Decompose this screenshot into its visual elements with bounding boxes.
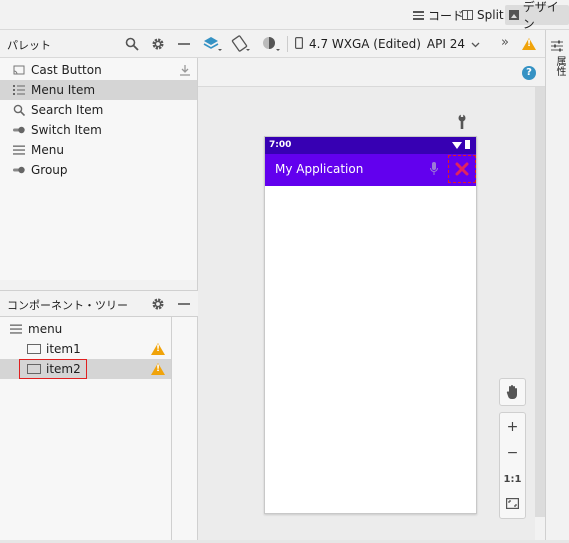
zoom-out-button[interactable]: −: [500, 440, 525, 466]
palette-item-menu[interactable]: Menu: [0, 140, 197, 160]
component-tree-header: コンポーネント・ツリー: [0, 290, 198, 317]
wifi-icon: [452, 141, 462, 153]
zoom-fit-button[interactable]: [500, 492, 525, 518]
warning-icon[interactable]: [151, 343, 165, 355]
palette-item-label: Search Item: [31, 103, 104, 117]
tree-node-item1[interactable]: item1: [0, 339, 171, 359]
toolbar-divider: [287, 36, 288, 52]
tree-node-label: item1: [46, 342, 81, 356]
minimize-icon[interactable]: [176, 296, 192, 312]
palette-item-label: Menu Item: [31, 83, 96, 97]
gear-icon[interactable]: [150, 296, 166, 312]
search-icon: [13, 104, 26, 117]
sliders-icon[interactable]: [551, 40, 563, 55]
design-view-label: デザイン: [522, 0, 559, 31]
zoom-actual-size-button[interactable]: 1:1: [500, 466, 525, 492]
status-time: 7:00: [269, 140, 292, 150]
status-bar: 7:00: [265, 137, 476, 154]
gear-icon[interactable]: [150, 36, 166, 52]
attributes-tab[interactable]: 属性: [551, 56, 565, 76]
component-tree-title: コンポーネント・ツリー: [7, 299, 128, 312]
switch-icon: [13, 124, 25, 136]
palette-item-menu-item[interactable]: Menu Item: [0, 80, 197, 100]
palette-item-search-item[interactable]: Search Item: [0, 100, 197, 120]
tree-node-label: menu: [28, 322, 63, 336]
tree-node-label: item2: [46, 362, 81, 376]
item-rect-icon: [27, 364, 41, 374]
device-preview[interactable]: 7:00 My Application: [264, 136, 477, 514]
vertical-scrollbar[interactable]: [535, 87, 545, 517]
warning-icon[interactable]: [522, 38, 536, 50]
code-lines-icon: [413, 10, 424, 20]
zoom-in-button[interactable]: +: [500, 414, 525, 440]
device-selector[interactable]: 4.7 WXGA (Edited) API 24: [295, 35, 480, 53]
palette-title: パレット: [7, 39, 51, 52]
palette-item-switch-item[interactable]: Switch Item: [0, 120, 197, 140]
app-title: My Application: [275, 162, 364, 176]
zoom-panel: + − 1:1: [499, 412, 526, 519]
component-tree: menu item1 item2: [0, 317, 198, 540]
palette-item-label: Cast Button: [31, 63, 102, 77]
palette-header: パレット: [0, 30, 198, 58]
menu-list-icon: [13, 84, 25, 96]
tree-node-item2[interactable]: item2: [0, 359, 171, 379]
group-icon: [13, 164, 25, 176]
layout-editor: コード Split デザイン パレット Cast Button Menu Ite…: [0, 0, 569, 543]
palette-item-group[interactable]: Group: [0, 160, 197, 180]
help-icon[interactable]: ?: [522, 66, 536, 80]
hamburger-icon: [13, 144, 25, 156]
battery-icon: [465, 140, 470, 149]
palette-item-label: Menu: [31, 143, 64, 157]
palette-item-cast-button[interactable]: Cast Button: [0, 60, 197, 80]
panel-splitter[interactable]: [0, 280, 198, 290]
attributes-strip: 属性: [545, 30, 569, 540]
palette-item-label: Group: [31, 163, 68, 177]
minimize-icon[interactable]: [176, 36, 192, 52]
fit-screen-icon: [506, 497, 520, 513]
orientation-icon[interactable]: [230, 35, 252, 53]
chevron-down-icon: [471, 37, 480, 51]
wrench-icon[interactable]: [456, 114, 468, 133]
device-label: 4.7 WXGA (Edited): [309, 37, 421, 51]
split-view-button[interactable]: Split: [458, 5, 508, 25]
hand-icon[interactable]: [500, 379, 525, 405]
warning-icon[interactable]: [151, 363, 165, 375]
tree-node-menu[interactable]: menu: [0, 319, 171, 339]
api-label: API 24: [426, 37, 465, 51]
tree-column-divider: [171, 317, 172, 540]
app-bar: My Application: [265, 154, 476, 186]
search-icon[interactable]: [124, 36, 140, 52]
theme-icon[interactable]: [260, 35, 282, 53]
close-icon[interactable]: [455, 162, 469, 179]
palette-list: Cast Button Menu Item Search Item Switch…: [0, 58, 198, 280]
phone-icon: [295, 36, 304, 52]
design-view-button[interactable]: デザイン: [505, 0, 569, 31]
item-rect-icon: [27, 344, 41, 354]
layers-icon[interactable]: [202, 35, 224, 53]
design-subbar: ?: [198, 58, 545, 87]
split-view-icon: [462, 10, 473, 20]
overflow-button[interactable]: »: [501, 35, 509, 50]
image-icon: [509, 10, 519, 20]
cast-icon: [13, 64, 25, 76]
view-mode-bar: コード Split デザイン: [0, 0, 569, 31]
design-toolbar: 4.7 WXGA (Edited) API 24 »: [198, 30, 545, 58]
microphone-icon[interactable]: [430, 162, 438, 179]
palette-item-label: Switch Item: [31, 123, 102, 137]
hamburger-icon: [10, 323, 22, 338]
download-icon[interactable]: [179, 64, 191, 79]
split-view-label: Split: [477, 8, 504, 22]
pan-panel: [499, 378, 526, 406]
